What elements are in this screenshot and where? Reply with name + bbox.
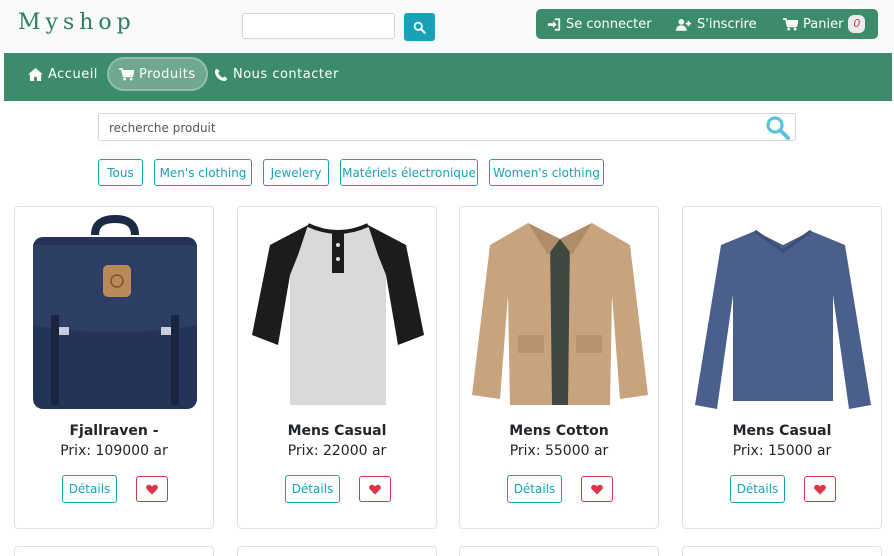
product-title: Fjallraven - — [69, 423, 159, 439]
cart-icon — [783, 17, 798, 31]
nav-label: Produits — [139, 66, 196, 82]
product-card-partial — [14, 546, 214, 556]
product-title: Mens Casual — [732, 423, 832, 439]
details-button[interactable]: Détails — [730, 475, 785, 503]
heart-icon — [591, 484, 603, 494]
product-card: Mens Casual Prix: 22000 ar Détails — [237, 206, 437, 529]
filter-mens-clothing[interactable]: Men's clothing — [154, 159, 252, 186]
sign-in-icon — [547, 17, 561, 31]
favorite-button[interactable] — [581, 476, 613, 502]
register-label: S'inscrire — [697, 16, 757, 32]
raglan-tshirt-image[interactable] — [248, 215, 428, 411]
blue-slim-tshirt-image[interactable] — [693, 215, 873, 411]
filter-tous[interactable]: Tous — [98, 159, 143, 186]
product-card: Mens Cotton Prix: 55000 ar Détails — [459, 206, 659, 529]
favorite-button[interactable] — [804, 476, 836, 502]
product-card-partial — [459, 546, 659, 556]
nav-item-contact[interactable]: Nous contacter — [215, 57, 339, 91]
nav-item-accueil[interactable]: Accueil — [28, 57, 98, 91]
cart-label: Panier — [803, 16, 844, 32]
backpack-image[interactable] — [25, 215, 205, 411]
details-button[interactable]: Détails — [507, 475, 562, 503]
product-price: Prix: 55000 ar — [509, 443, 609, 459]
main-navbar: Accueil Produits Nous contacter — [4, 53, 892, 101]
product-title: Mens Casual — [287, 423, 387, 439]
product-card: Fjallraven - Prix: 109000 ar Détails — [14, 206, 214, 529]
search-icon — [413, 21, 426, 34]
product-price: Prix: 109000 ar — [60, 443, 168, 459]
heart-icon — [369, 484, 381, 494]
top-bar: Myshop Se connecter S'inscrire Panier 0 — [0, 0, 894, 50]
login-link[interactable]: Se connecter — [547, 9, 652, 39]
header-search-button[interactable] — [404, 13, 435, 41]
favorite-button[interactable] — [136, 476, 168, 502]
product-search[interactable]: recherche produit — [98, 113, 796, 141]
login-label: Se connecter — [566, 16, 652, 32]
nav-label: Nous contacter — [233, 66, 339, 82]
phone-icon — [215, 68, 228, 81]
filter-electronics[interactable]: Matériels électronique — [340, 159, 478, 186]
register-link[interactable]: S'inscrire — [676, 9, 757, 39]
details-button[interactable]: Détails — [285, 475, 340, 503]
product-card-partial — [237, 546, 437, 556]
product-card-partial — [682, 546, 882, 556]
heart-icon — [146, 484, 158, 494]
product-search-input[interactable]: recherche produit — [109, 121, 216, 135]
cart-icon — [119, 67, 134, 81]
home-icon — [28, 67, 43, 81]
cotton-jacket-image[interactable] — [470, 215, 650, 411]
user-plus-icon — [676, 18, 692, 31]
product-card: Mens Casual Prix: 15000 ar Détails — [682, 206, 882, 529]
favorite-button[interactable] — [359, 476, 391, 502]
heart-icon — [814, 484, 826, 494]
filter-womens-clothing[interactable]: Women's clothing — [489, 159, 604, 186]
filter-jewelery[interactable]: Jewelery — [263, 159, 329, 186]
product-title: Mens Cotton — [509, 423, 609, 439]
details-button[interactable]: Détails — [62, 475, 117, 503]
product-price: Prix: 22000 ar — [287, 443, 387, 459]
brand-logo[interactable]: Myshop — [18, 10, 136, 35]
header-search-input[interactable] — [242, 13, 395, 39]
cart-link[interactable]: Panier 0 — [783, 9, 866, 39]
nav-item-produits[interactable]: Produits — [107, 57, 208, 91]
nav-label: Accueil — [48, 66, 98, 82]
user-actions: Se connecter S'inscrire Panier 0 — [536, 9, 878, 39]
cart-count-badge: 0 — [848, 15, 866, 33]
product-price: Prix: 15000 ar — [732, 443, 832, 459]
search-icon[interactable] — [765, 115, 791, 141]
